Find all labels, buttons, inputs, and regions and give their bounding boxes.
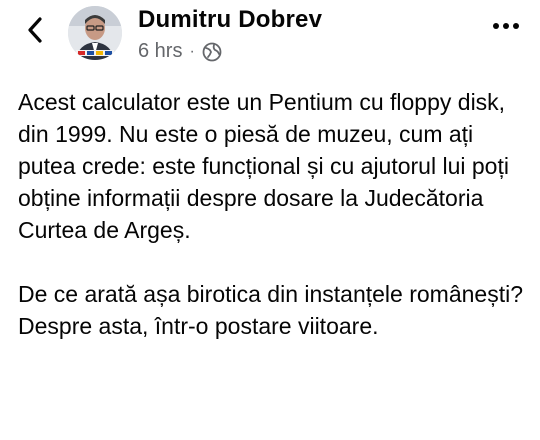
chevron-left-icon <box>28 17 42 43</box>
post-paragraph: De ce arată așa birotica din instanțele … <box>18 281 524 339</box>
more-options-button[interactable] <box>486 14 526 38</box>
meta-separator: · <box>189 42 195 60</box>
author-avatar[interactable] <box>68 6 122 60</box>
avatar-image <box>68 6 122 60</box>
globe-icon[interactable] <box>202 42 222 62</box>
author-name[interactable]: Dumitru Dobrev <box>138 6 322 34</box>
more-options-icon <box>493 23 519 29</box>
post-body: Acest calculator este un Pentium cu flop… <box>18 86 528 342</box>
post-header: Dumitru Dobrev 6 hrs · <box>0 0 540 80</box>
post-meta: 6 hrs · <box>138 40 222 63</box>
post-paragraph: Acest calculator este un Pentium cu flop… <box>18 89 509 243</box>
post-timestamp[interactable]: 6 hrs <box>138 40 182 63</box>
back-button[interactable] <box>20 12 50 48</box>
